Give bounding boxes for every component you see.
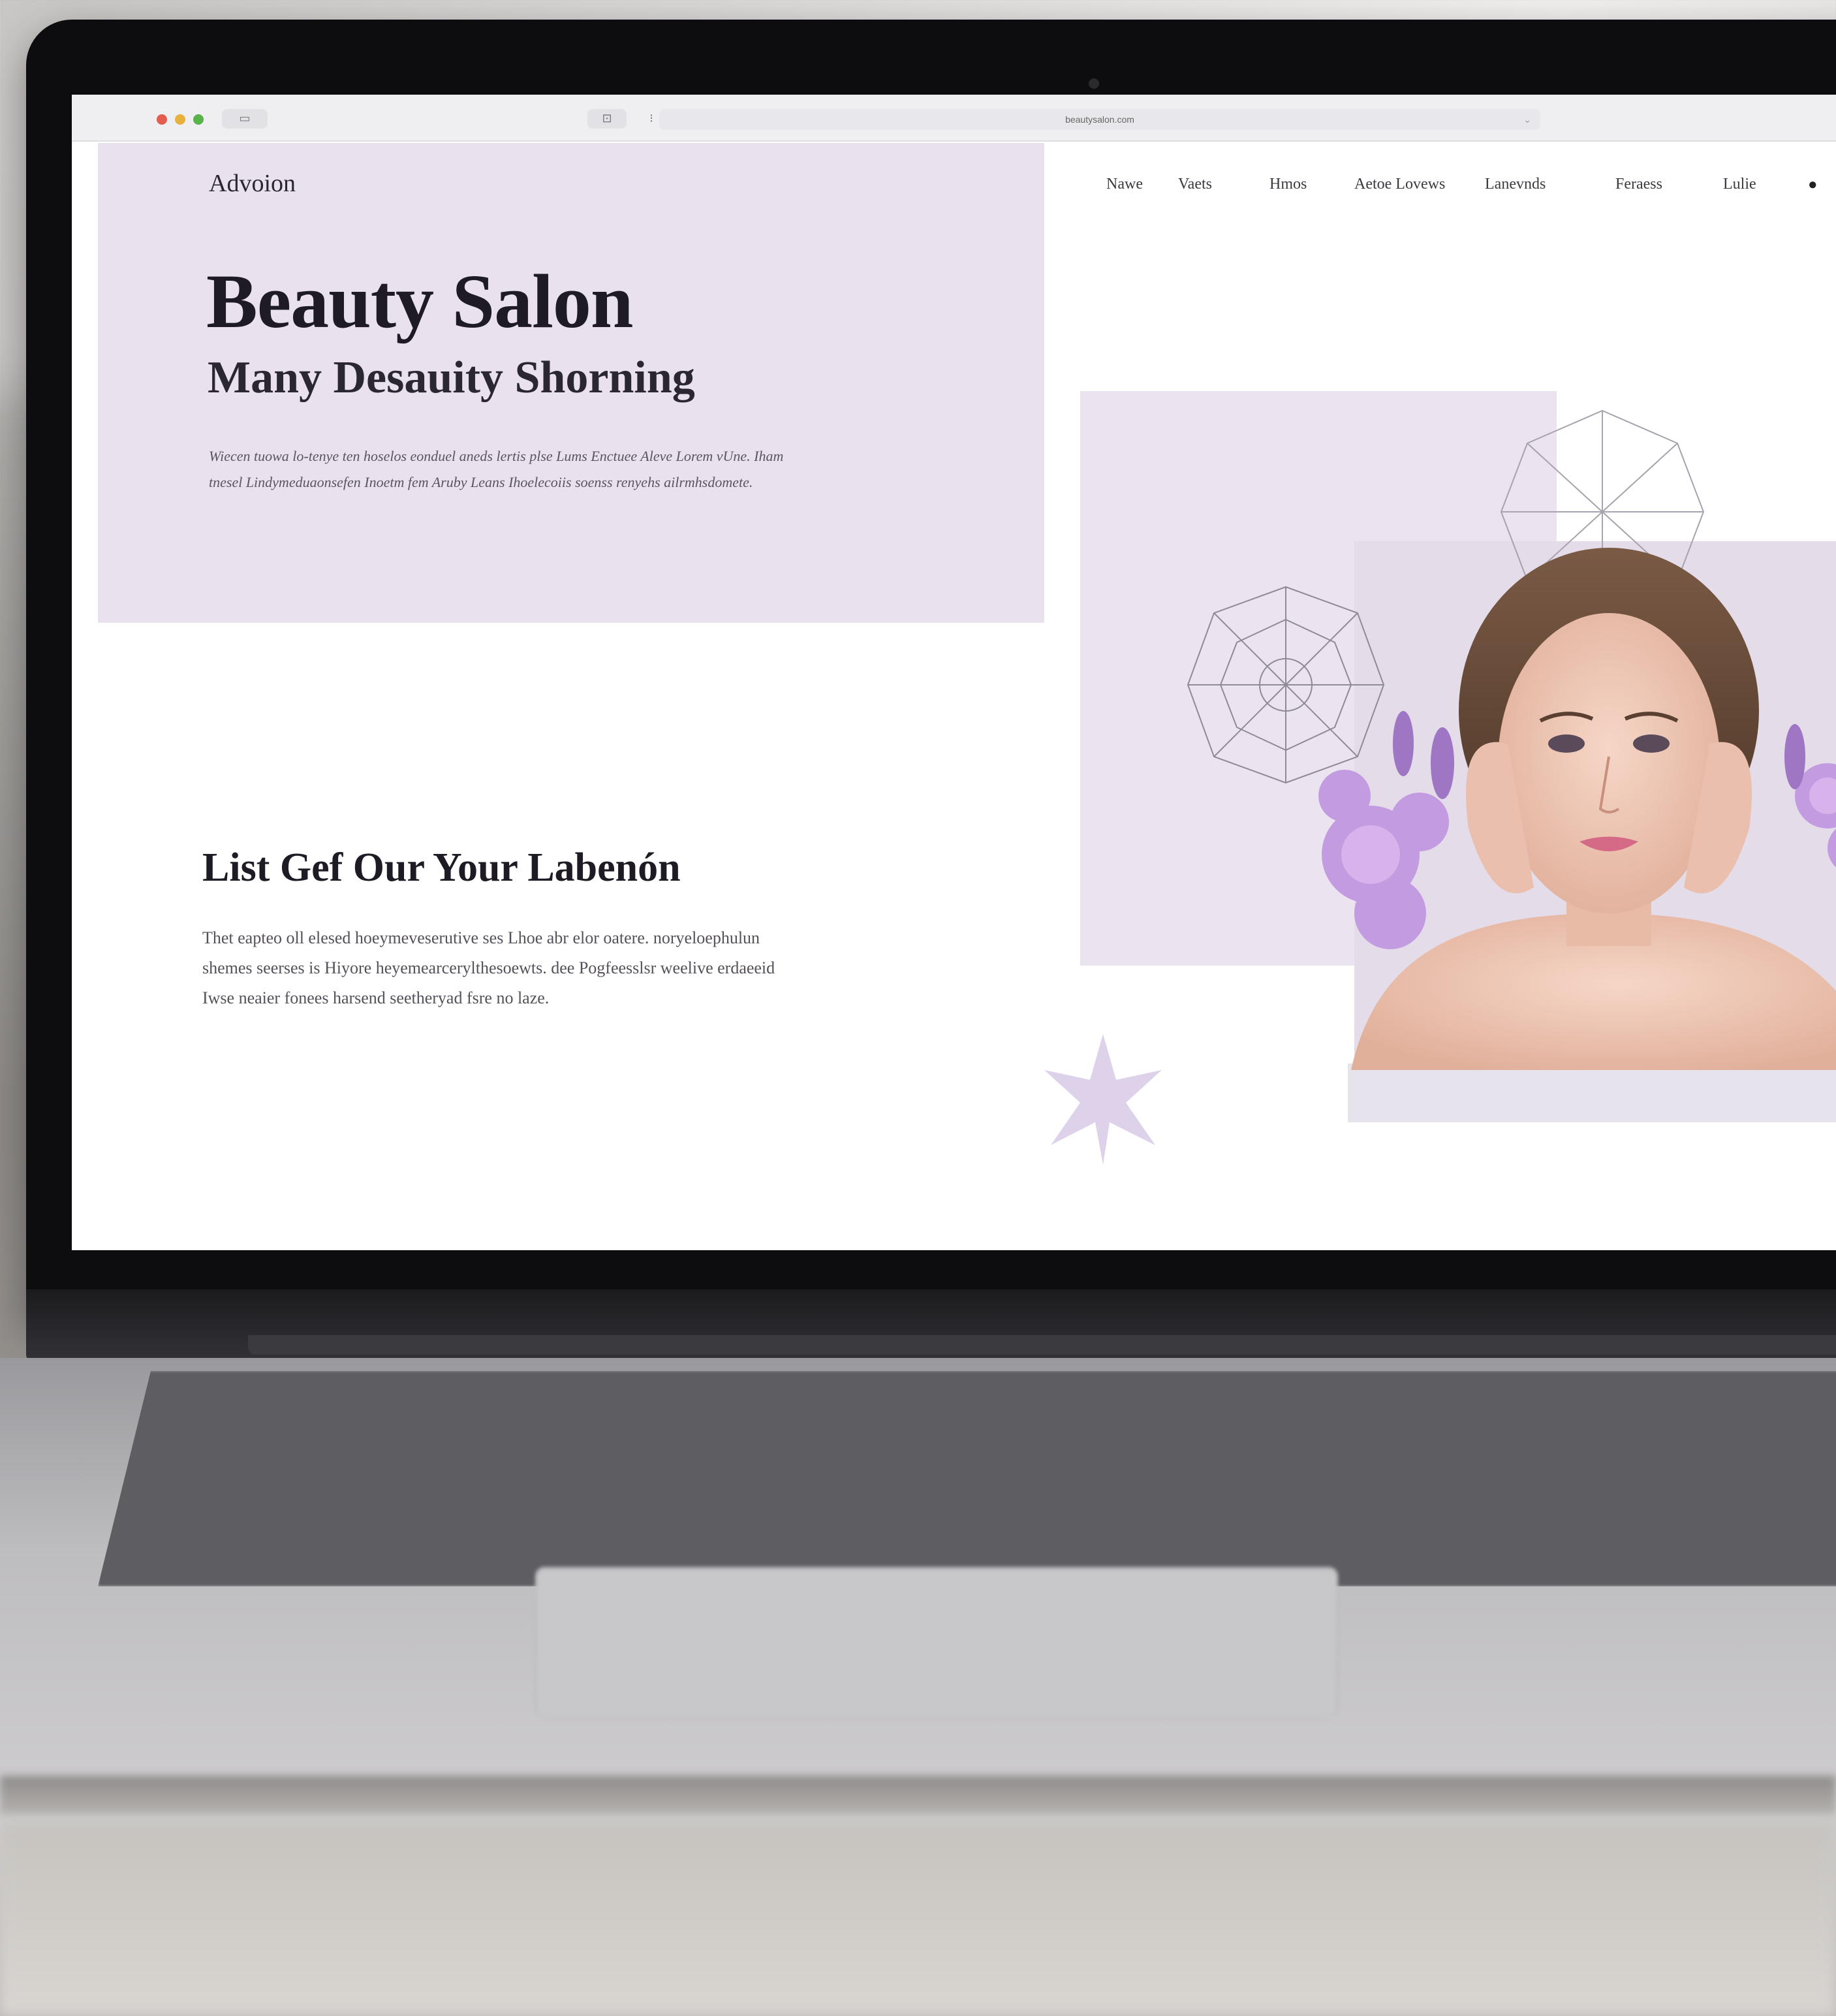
close-window-button[interactable] [157,114,167,125]
keyboard [98,1371,1836,1586]
bag-icon[interactable]: ● [1808,176,1818,194]
star-flower-icon [1044,1034,1162,1165]
minimize-window-button[interactable] [175,114,185,125]
laptop-front-edge [0,1776,1836,1815]
nav-item-1[interactable]: Nawe [1106,176,1143,193]
web-page: Advoion Beauty Salon Many Desauity Shorn… [72,143,1836,1250]
laptop-hinge [248,1335,1836,1355]
url-bar[interactable]: beautysalon.com ⌄ [659,109,1540,130]
browser-toolbar: ▭ ⊡ ⁝ beautysalon.com ⌄ [72,95,1836,142]
nav-item-5[interactable]: Lanevnds [1485,176,1546,193]
nav-item-4[interactable]: Aetoe Lovews [1354,176,1445,193]
url-text: beautysalon.com [1065,114,1134,125]
tab-overview-icon[interactable]: ⊡ [587,109,627,129]
trackpad [535,1567,1338,1717]
sidebar-toggle-icon[interactable]: ▭ [222,109,268,129]
section-title: List Gef Our Your Labenón [202,845,681,890]
chevron-down-icon[interactable]: ⌄ [1523,109,1531,130]
nav-item-2[interactable]: Vaets [1178,176,1212,193]
decor-strip [1348,1063,1836,1122]
hero-title: Beauty Salon [206,259,634,344]
nav-item-7[interactable]: Lulie [1723,176,1756,193]
main-nav: Nawe Vaets Hmos Aetoe Lovews Lanevnds Fe… [1106,176,1836,202]
table-surface [0,1821,1836,2016]
hero-subtitle: Many Desauity Shorning [208,353,695,403]
section-body: Thet eapteo oll elesed hoeymeveserutive … [202,928,775,1007]
nav-item-6[interactable]: Feraess [1615,176,1662,193]
hero-body: Wiecen tuowa lo-tenye ten hoselos eondue… [209,448,784,490]
model-portrait-image [1318,548,1836,1070]
camera [1089,78,1099,89]
site-logo[interactable]: Advoion [209,169,296,198]
screen: ▭ ⊡ ⁝ beautysalon.com ⌄ Advoion Beauty S… [72,95,1836,1250]
zoom-window-button[interactable] [193,114,204,125]
nav-item-3[interactable]: Hmos [1269,176,1307,193]
